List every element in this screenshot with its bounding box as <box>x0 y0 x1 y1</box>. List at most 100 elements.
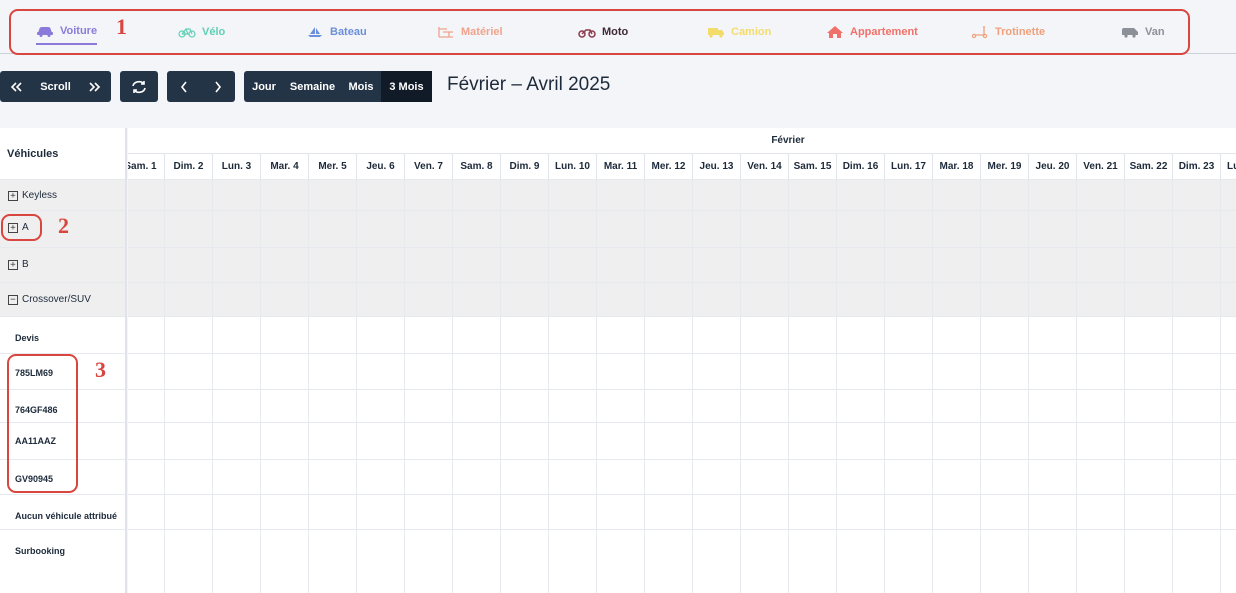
sidebar-header: Véhicules <box>7 148 59 160</box>
day-gridline <box>260 180 261 593</box>
day-gridline <box>692 180 693 593</box>
vehicle-plate: AA11AAZ <box>15 436 57 446</box>
resource-lane[interactable] <box>128 317 1236 354</box>
tab-van[interactable]: Van <box>1121 20 1165 44</box>
previous-button[interactable] <box>167 71 201 102</box>
resource-row-vehicle[interactable]: 764GF486 <box>0 390 125 423</box>
resource-lane[interactable] <box>128 495 1236 530</box>
day-header: Jeu. 20 <box>1028 153 1076 180</box>
truck-icon <box>708 28 724 38</box>
group-lane <box>128 248 1236 283</box>
scroll-control: Scroll <box>0 71 111 102</box>
resource-row-unassigned[interactable]: Aucun véhicule attribué <box>0 495 125 530</box>
resource-row-vehicle[interactable]: AA11AAZ <box>0 423 125 460</box>
resource-lane[interactable] <box>128 423 1236 460</box>
car-icon <box>37 27 53 37</box>
refresh-button[interactable] <box>120 71 158 102</box>
day-header: Dim. 9 <box>500 153 548 180</box>
tab-camion[interactable]: Camion <box>707 20 771 44</box>
planning-page: Voiture Vélo Bateau Matériel Moto Camion… <box>0 0 1236 593</box>
tab-materiel[interactable]: Matériel <box>437 20 503 44</box>
day-header: Ven. 14 <box>740 153 788 180</box>
resource-lane[interactable] <box>128 460 1236 495</box>
group-row-a[interactable]: + A <box>0 211 125 248</box>
group-row-b[interactable]: + B <box>0 248 125 283</box>
day-header: Mar. 4 <box>260 153 308 180</box>
tab-label: Trotinette <box>995 26 1046 38</box>
group-row-keyless[interactable]: + Keyless <box>0 180 125 211</box>
vehicle-sidebar: Véhicules + Keyless + A + B − Crossover/… <box>0 128 127 593</box>
view-week-button[interactable]: Semaine <box>284 71 341 102</box>
resource-row-devis[interactable]: Devis <box>0 317 125 354</box>
day-header: Mar. 11 <box>596 153 644 180</box>
tools-icon <box>438 27 453 38</box>
day-header: Lun. 3 <box>212 153 260 180</box>
prev-next-control <box>167 71 235 102</box>
scroll-back-fast-button[interactable] <box>0 71 32 102</box>
tab-voiture[interactable]: Voiture <box>36 19 98 45</box>
group-label: + Keyless <box>8 190 57 201</box>
scroll-label: Scroll <box>40 80 71 93</box>
tab-label: Bateau <box>330 26 367 38</box>
resource-label: Devis <box>15 333 40 343</box>
tab-velo[interactable]: Vélo <box>178 20 225 44</box>
tab-label: Van <box>1145 26 1165 38</box>
resource-label: Surbooking <box>15 546 65 556</box>
day-header: Jeu. 6 <box>356 153 404 180</box>
group-label-text: B <box>22 259 29 270</box>
day-header: Lun. 24 <box>1220 153 1236 180</box>
view-month-button[interactable]: Mois <box>341 71 381 102</box>
day-gridline <box>452 180 453 593</box>
resource-row-vehicle[interactable]: GV90945 <box>0 460 125 495</box>
house-icon <box>827 26 843 38</box>
period-title: Février – Avril 2025 <box>447 74 611 95</box>
group-row-crossover-suv[interactable]: − Crossover/SUV <box>0 283 125 317</box>
double-chevron-right-icon <box>89 81 101 92</box>
day-gridline <box>932 180 933 593</box>
view-day-button[interactable]: Jour <box>244 71 284 102</box>
tab-label: Moto <box>602 26 629 38</box>
resource-lane[interactable] <box>128 390 1236 423</box>
resource-row-surbooking[interactable]: Surbooking <box>0 530 125 593</box>
tab-bateau[interactable]: Bateau <box>306 20 367 44</box>
day-gridline <box>356 180 357 593</box>
day-header: Mar. 18 <box>932 153 980 180</box>
view-3months-button[interactable]: 3 Mois <box>381 71 432 102</box>
day-header: Lun. 10 <box>548 153 596 180</box>
day-header: Ven. 21 <box>1076 153 1124 180</box>
tab-appartement[interactable]: Appartement <box>826 20 918 44</box>
vehicle-type-tabs: Voiture Vélo Bateau Matériel Moto Camion… <box>0 0 1236 54</box>
day-gridline <box>500 180 501 593</box>
tab-label: Matériel <box>461 26 503 38</box>
group-lane <box>128 211 1236 248</box>
vehicle-plate: 764GF486 <box>15 405 58 415</box>
tab-moto[interactable]: Moto <box>578 20 628 44</box>
day-header: Dim. 23 <box>1172 153 1220 180</box>
resource-lane[interactable] <box>128 530 1236 593</box>
group-label: + B <box>8 259 29 270</box>
tab-label: Vélo <box>202 26 226 38</box>
expand-icon[interactable]: + <box>8 190 18 201</box>
resource-lane[interactable] <box>128 354 1236 390</box>
tab-label: Camion <box>731 26 772 38</box>
scroll-forward-fast-button[interactable] <box>79 71 111 102</box>
day-gridline <box>1220 180 1221 593</box>
day-header: Dim. 16 <box>836 153 884 180</box>
day-gridline <box>1124 180 1125 593</box>
day-gridline <box>1172 180 1173 593</box>
tab-trotinette[interactable]: Trotinette <box>971 20 1045 44</box>
day-gridline <box>1076 180 1077 593</box>
next-button[interactable] <box>201 71 235 102</box>
resource-row-vehicle[interactable]: 785LM69 <box>0 354 125 390</box>
month-label: Février <box>771 135 805 146</box>
day-header: Ven. 7 <box>404 153 452 180</box>
resource-label: Aucun véhicule attribué <box>15 511 118 521</box>
collapse-icon[interactable]: − <box>8 294 18 305</box>
day-header: Mer. 12 <box>644 153 692 180</box>
group-lane <box>128 180 1236 211</box>
day-gridline <box>404 180 405 593</box>
group-label-text: Keyless <box>22 190 58 201</box>
expand-icon[interactable]: + <box>8 222 18 233</box>
expand-icon[interactable]: + <box>8 259 18 270</box>
day-gridline <box>1028 180 1029 593</box>
